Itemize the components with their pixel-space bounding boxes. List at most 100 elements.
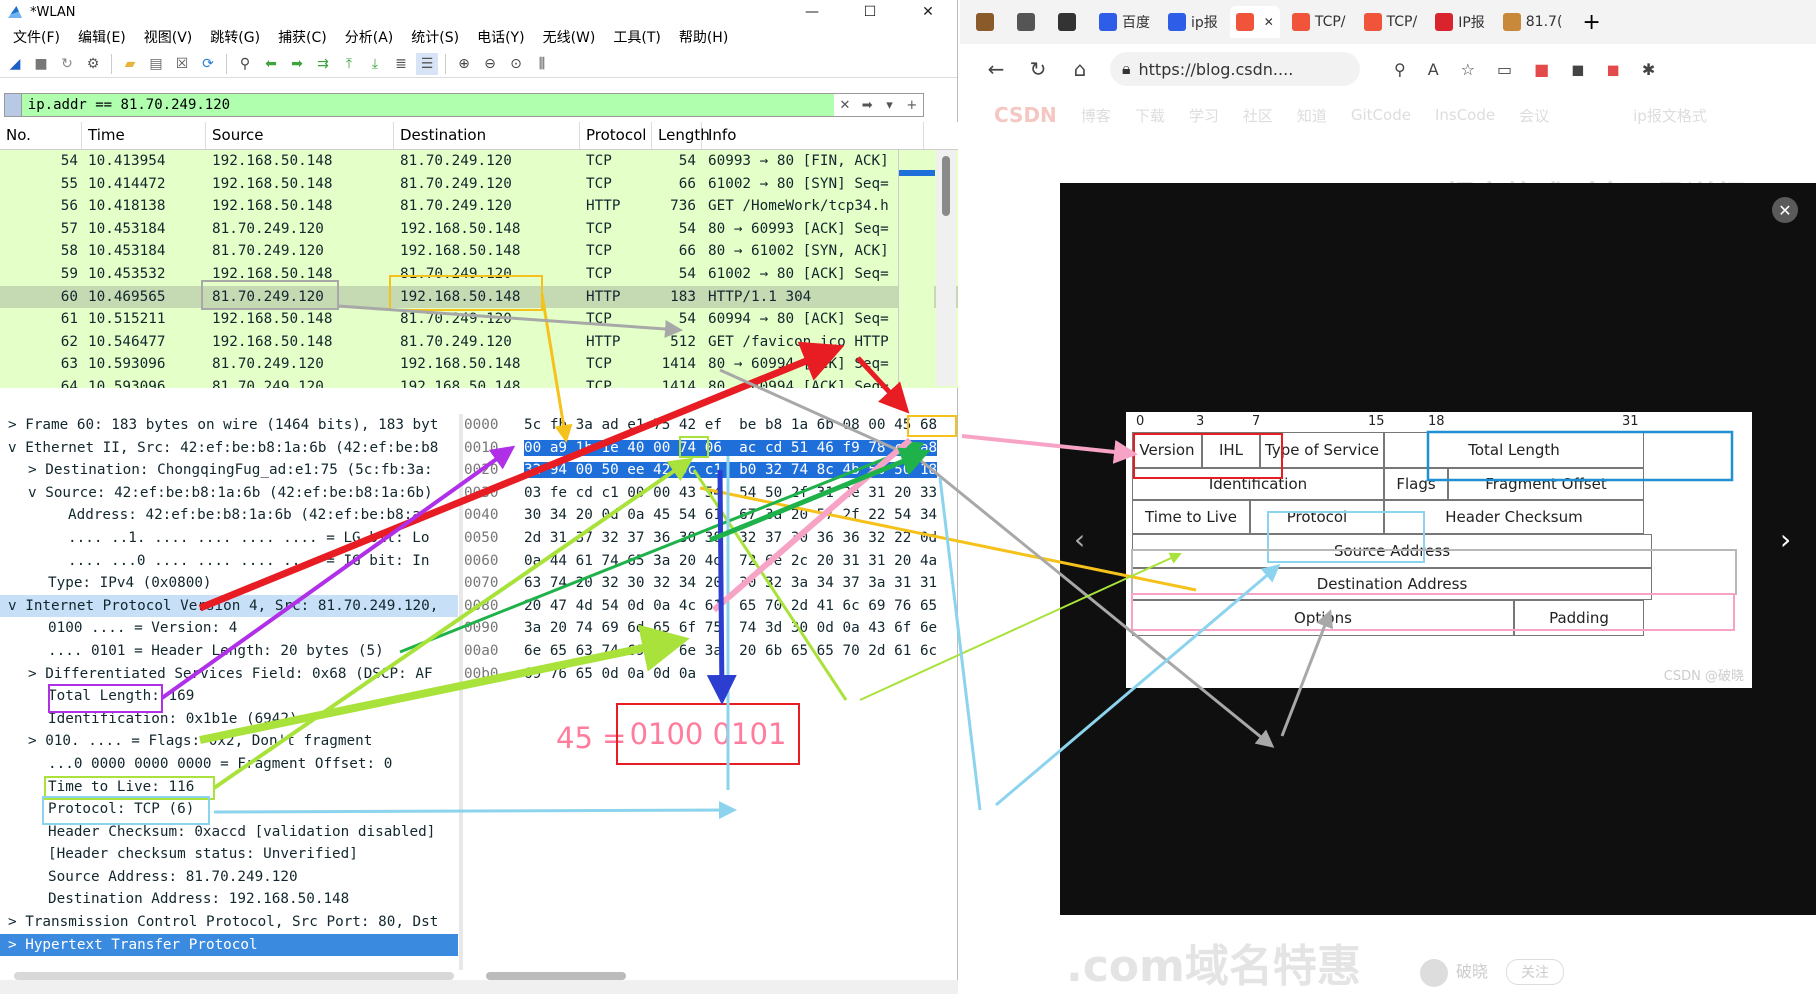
tree-item[interactable]: Destination Address: 192.168.50.148 [0,888,458,911]
packet-row[interactable]: 64 10.593096 81.70.249.120 192.168.50.148 TC… [0,375,958,388]
tree-item[interactable]: [Header checksum status: Unverified] [0,843,458,866]
hex-bytes[interactable]: 3a 20 74 69 6d 65 6f 75 74 3d 30 0d 0a 4… [524,620,937,636]
col-no[interactable]: No. [0,122,82,149]
bytes-h-scrollbar[interactable] [486,972,626,980]
hex-bytes[interactable]: 0a 44 61 74 65 3a 20 4d 72 6e 2c 20 31 3… [524,553,937,569]
col-destination[interactable]: Destination [394,122,580,149]
go-forward-icon[interactable]: ➡ [286,53,308,75]
browser-tab[interactable]: TCP/ [1286,6,1352,38]
tree-item[interactable]: v Source: 42:ef:be:b8:1a:6b (42:ef:be:b8… [0,482,458,505]
last-packet-icon[interactable]: ⤓ [364,53,386,75]
packet-list-scrollbar[interactable] [936,150,956,386]
close-viewer-button[interactable]: ✕ [1772,197,1798,223]
find-packet-icon[interactable]: ⚲ [234,53,256,75]
browser-tab[interactable]: 81.7( [1497,6,1569,38]
col-length[interactable]: Length [652,122,710,149]
display-filter-input[interactable] [21,94,834,116]
packet-row[interactable]: 59 10.453532 192.168.50.148 81.70.249.120 TC… [0,262,958,286]
hex-bytes[interactable]: 69 76 65 0d 0a 0d 0a [524,666,696,682]
tree-item[interactable]: .... ...0 .... .... .... .... = IG bit: … [0,550,458,573]
browser-tab[interactable] [1052,6,1087,38]
hex-bytes[interactable]: 03 fe cd c1 00 00 43 54 54 50 2f 31 2e 3… [524,485,937,501]
menu-file[interactable]: 文件(F) [4,27,69,47]
browser-tab[interactable]: 百度 [1093,6,1156,38]
go-to-packet-icon[interactable]: ⇉ [312,53,334,75]
minimize-button[interactable]: — [783,0,841,24]
menu-help[interactable]: 帮助(H) [670,27,737,47]
csdn-nav-item[interactable]: GitCode [1351,106,1411,124]
extension-icon[interactable]: ■ [1534,60,1549,79]
split-screen-icon[interactable]: ▭ [1497,60,1512,79]
tree-item[interactable]: > Transmission Control Protocol, Src Por… [0,911,458,934]
csdn-nav-item[interactable]: 博客 [1081,105,1111,126]
browser-tab[interactable]: TCP/ [1358,6,1424,38]
maximize-button[interactable]: ☐ [841,0,899,24]
menu-capture[interactable]: 捕获(C) [269,27,336,47]
tree-item[interactable]: Type: IPv4 (0x0800) [0,572,458,595]
extension3-icon[interactable]: ◼ [1607,60,1620,79]
tree-item[interactable]: .... ..1. .... .... .... .... = LG bit: … [0,527,458,550]
add-filter-button-icon[interactable]: + [901,94,923,116]
tree-item[interactable]: v Ethernet II, Src: 42:ef:be:b8:1a:6b (4… [0,437,458,460]
tree-item[interactable]: Protocol: TCP (6) [0,798,458,821]
tab-close-icon[interactable]: ✕ [1264,15,1274,29]
go-back-icon[interactable]: ⬅ [260,53,282,75]
menu-wireless[interactable]: 无线(W) [534,27,605,47]
refresh-icon[interactable]: ↻ [1026,57,1050,81]
start-capture-icon[interactable]: ◢ [4,53,26,75]
csdn-nav-item[interactable]: InsCode [1435,106,1495,124]
menu-view[interactable]: 视图(V) [135,27,202,47]
hex-bytes[interactable]: 20 47 4d 54 0d 0a 4c 61 65 70 2d 41 6c 6… [524,598,937,614]
hex-bytes[interactable]: 6e 65 63 74 69 6f 6e 3a 20 6b 65 65 70 2… [524,643,937,659]
hex-bytes[interactable]: 00 a9 1b 1e 40 00 74 06 ac cd 51 46 f9 7… [524,439,938,456]
resize-columns-icon[interactable]: ⫼ [531,53,553,75]
new-tab-button[interactable]: + [1582,10,1600,35]
packet-row[interactable]: 56 10.418138 192.168.50.148 81.70.249.120 HT… [0,195,958,218]
packet-minimap[interactable] [898,150,935,386]
browser-tab[interactable]: ✕ [1229,6,1280,38]
favorite-star-icon[interactable]: ☆ [1461,60,1475,79]
packet-row[interactable]: 61 10.515211 192.168.50.148 81.70.249.120 TC… [0,308,958,331]
tree-item[interactable]: Address: 42:ef:be:b8:1a:6b (42:ef:be:b8:… [0,504,458,527]
close-file-icon[interactable]: ☒ [171,53,193,75]
close-button[interactable]: ✕ [899,0,957,24]
csdn-nav-item[interactable]: 社区 [1243,105,1273,126]
tree-item[interactable]: > Destination: ChongqingFug_ad:e1:75 (5c… [0,459,458,482]
packet-row[interactable]: 60 10.469565 81.70.249.120 192.168.50.148 HT… [0,285,958,309]
back-icon[interactable]: ← [984,57,1008,81]
csdn-nav-item[interactable]: 下载 [1135,105,1165,126]
hex-bytes[interactable]: 30 34 20 0d 0a 45 54 61 67 3a 20 57 2f 2… [524,507,937,523]
tree-item[interactable]: Time to Live: 116 [0,776,458,799]
tree-item[interactable]: > Frame 60: 183 bytes on wire (1464 bits… [0,414,458,437]
packet-row[interactable]: 63 10.593096 81.70.249.120 192.168.50.148 TC… [0,353,958,376]
zoom-in-icon[interactable]: ⊕ [453,53,475,75]
browser-tab[interactable]: IP报 [1429,6,1491,38]
hex-bytes[interactable]: 63 74 20 32 30 32 34 20 30 32 3a 34 37 3… [524,575,937,591]
tree-item[interactable]: > Differentiated Services Field: 0x68 (D… [0,663,458,686]
col-protocol[interactable]: Protocol [580,122,652,149]
menu-tools[interactable]: 工具(T) [604,27,669,47]
capture-options-icon[interactable]: ⚙ [82,53,104,75]
zoom-icon[interactable]: ⚲ [1394,60,1406,79]
next-image-icon[interactable]: › [1780,523,1810,563]
read-aloud-icon[interactable]: A [1428,60,1439,79]
hex-bytes[interactable]: 32 94 00 50 ee 42 9c c1 b0 32 74 8c 4b 5… [524,462,938,479]
tree-item[interactable]: > Hypertext Transfer Protocol [0,933,458,957]
bookmark-icon[interactable] [5,94,22,116]
tree-item[interactable]: Total Length: 169 [0,685,458,708]
menu-analyze[interactable]: 分析(A) [336,27,403,47]
packet-row[interactable]: 54 10.413954 192.168.50.148 81.70.249.120 TC… [0,150,958,173]
autoscroll-icon[interactable]: ≣ [390,53,412,75]
address-bar[interactable]: 🔒︎ https://blog.csdn.... [1110,52,1360,86]
tree-item[interactable]: > 010. .... = Flags: 0x2, Don't fragment [0,730,458,753]
tree-item[interactable]: Header Checksum: 0xaccd [validation disa… [0,821,458,844]
pane-splitter[interactable] [459,414,463,970]
browser-tab[interactable] [970,6,1005,38]
tree-item[interactable]: .... 0101 = Header Length: 20 bytes (5) [0,640,458,663]
save-file-icon[interactable]: ▤ [145,53,167,75]
menu-statistics[interactable]: 统计(S) [402,27,468,47]
packet-row[interactable]: 62 10.546477 192.168.50.148 81.70.249.120 HT… [0,330,958,354]
follow-button[interactable]: 关注 [1506,959,1565,985]
packet-row[interactable]: 58 10.453184 81.70.249.120 192.168.50.148 TC… [0,240,958,263]
menu-telephony[interactable]: 电话(Y) [468,27,533,47]
